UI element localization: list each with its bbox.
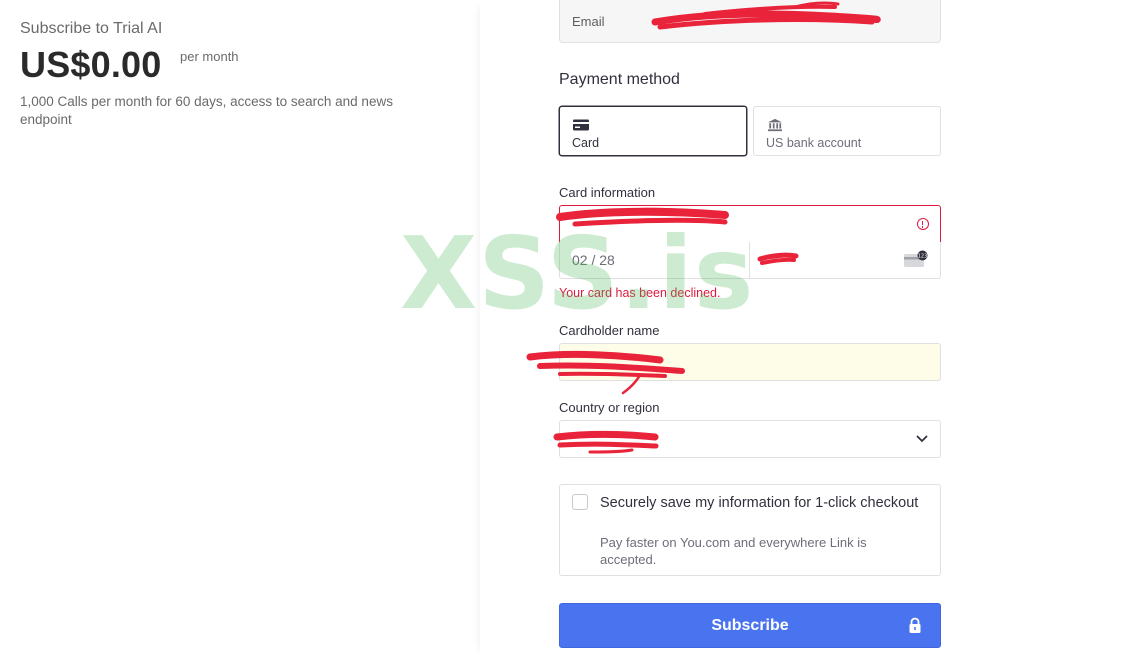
cvc-card-icon: 123 — [904, 250, 928, 267]
cardholder-name-input[interactable] — [559, 343, 941, 381]
watermark: XSS.is — [400, 215, 755, 332]
country-label: Country or region — [559, 400, 660, 415]
payment-method-card-label: Card — [572, 136, 600, 150]
product-name: Subscribe to Trial AI — [20, 20, 163, 37]
lock-icon — [909, 617, 921, 633]
link-save-section: Securely save my information for 1-click… — [559, 484, 941, 576]
payment-method-bank-label: US bank account — [766, 136, 862, 150]
payment-method-title: Payment method — [559, 71, 680, 88]
save-info-subtitle: Pay faster on You.com and everywhere Lin… — [600, 535, 867, 567]
bank-icon — [768, 118, 782, 132]
save-info-title: Securely save my information for 1-click… — [600, 495, 919, 511]
email-field[interactable]: Email — [559, 0, 941, 43]
card-cvc-input[interactable]: 123 — [750, 242, 941, 278]
payment-method-bank[interactable]: US bank account — [753, 106, 941, 156]
svg-text:123: 123 — [918, 253, 928, 259]
price-period: per month — [180, 49, 239, 64]
payment-method-card[interactable]: Card — [559, 106, 747, 156]
card-icon — [573, 119, 589, 131]
subscribe-label: Subscribe — [711, 617, 789, 634]
error-icon — [917, 218, 929, 230]
email-label: Email — [572, 14, 605, 29]
chevron-down-icon — [916, 435, 928, 443]
save-info-checkbox[interactable] — [572, 494, 588, 510]
country-select[interactable] — [559, 420, 941, 458]
price-amount: US$0.00 — [20, 44, 162, 85]
product-description: 1,000 Calls per month for 60 days, acces… — [20, 94, 393, 127]
subscribe-button[interactable]: Subscribe — [559, 603, 941, 648]
card-information-label: Card information — [559, 185, 656, 200]
